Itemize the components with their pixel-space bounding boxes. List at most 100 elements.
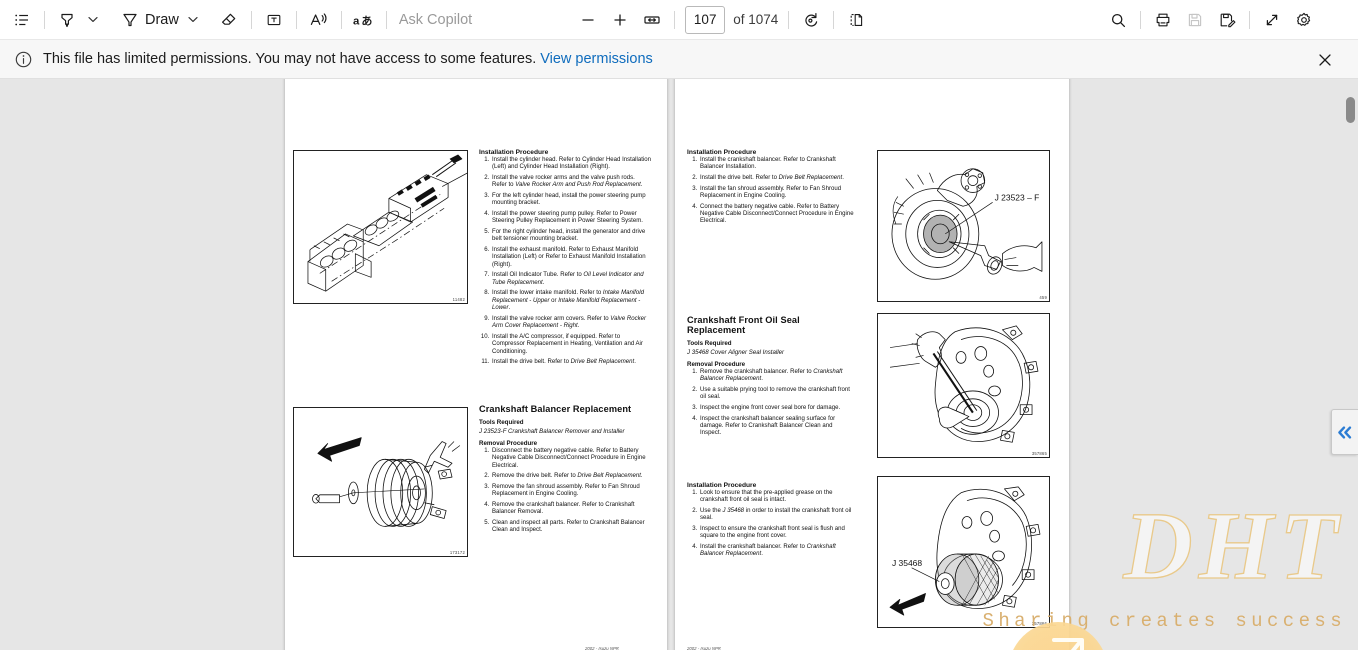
procedure-step: Connect the battery negative cable. Refe… bbox=[699, 204, 855, 226]
highlighter-icon[interactable] bbox=[51, 5, 83, 35]
procedure-step: Disconnect the battery negative cable. R… bbox=[491, 448, 651, 470]
toolbar-divider-7 bbox=[788, 10, 790, 29]
toolbar-divider bbox=[44, 10, 45, 29]
procedure-step: Install the power steering pump pulley. … bbox=[491, 211, 651, 226]
search-icon[interactable] bbox=[1102, 5, 1134, 35]
toolbar-left-group: Draw a あ Ask Copilot bbox=[0, 5, 472, 35]
figure-number: 459 bbox=[1039, 295, 1047, 300]
page-number-input[interactable]: 107 bbox=[685, 5, 726, 34]
procedure-step: Install the drive belt. Refer to Drive B… bbox=[699, 175, 855, 182]
pdf-page-right: Installation Procedure Install the crank… bbox=[675, 79, 1069, 650]
page-view-icon[interactable] bbox=[840, 5, 872, 35]
toolbar-divider-6 bbox=[674, 10, 676, 29]
procedure-step: Install the valve rocker arms and the va… bbox=[491, 175, 651, 190]
copyright-note: 2002 - Isuzu NPR bbox=[585, 646, 619, 650]
zoom-in-button[interactable] bbox=[604, 5, 636, 35]
procedure-step: Install the valve rocker arm covers. Ref… bbox=[491, 316, 651, 331]
crankshaft-balancer-section: Crankshaft Balancer Replacement Tools Re… bbox=[479, 404, 651, 538]
draw-label[interactable]: Draw bbox=[143, 12, 183, 28]
ask-copilot-button[interactable]: Ask Copilot bbox=[393, 12, 472, 28]
procedure-step: Install the drive belt. Refer to Drive B… bbox=[491, 359, 651, 366]
procedure-step: Remove the crankshaft balancer. Refer to… bbox=[699, 369, 855, 384]
tools-required-heading: Tools Required bbox=[687, 340, 732, 347]
procedure-step: Install the crankshaft balancer. Refer t… bbox=[699, 544, 855, 559]
tools-required-text: J 23523-F Crankshaft Balancer Remover an… bbox=[479, 428, 625, 435]
figure-pry-oil-seal: 357865 bbox=[877, 313, 1050, 458]
copyright-note: 2002 - Isuzu NPR bbox=[687, 646, 721, 650]
left-removal-steps: Disconnect the battery negative cable. R… bbox=[479, 448, 651, 535]
fit-page-icon[interactable] bbox=[636, 5, 668, 35]
procedure-step: Remove the crankshaft balancer. Refer to… bbox=[491, 502, 651, 517]
procedure-step: Inspect the crankshaft balancer sealing … bbox=[699, 416, 855, 438]
figure-label: J 35468 bbox=[892, 558, 922, 568]
figure-number: 357865 bbox=[1031, 451, 1047, 456]
figure-balancer-installation: J 23523 – F 459 bbox=[877, 150, 1050, 302]
right-removal-steps: Remove the crankshaft balancer. Refer to… bbox=[687, 369, 855, 438]
procedure-step: Clean and inspect all parts. Refer to Cr… bbox=[491, 520, 651, 535]
vertical-scrollbar[interactable] bbox=[1346, 81, 1355, 648]
procedure-step: Install the cylinder head. Refer to Cyli… bbox=[491, 157, 651, 172]
translate-icon[interactable]: a あ bbox=[348, 5, 380, 35]
front-oil-seal-section: Crankshaft Front Oil Seal Replacement To… bbox=[687, 315, 855, 441]
read-aloud-icon[interactable] bbox=[303, 5, 335, 35]
procedure-step: For the left cylinder head, install the … bbox=[491, 193, 651, 208]
pdf-viewer[interactable]: 11482 173172 Installation Procedure 1. I… bbox=[0, 79, 1358, 650]
procedure-step: Remove the drive belt. Refer to Drive Be… bbox=[491, 473, 651, 480]
save-as-icon[interactable] bbox=[1211, 5, 1243, 35]
right-install2-steps: Look to ensure that the pre-applied grea… bbox=[687, 490, 855, 559]
tools-required-text: J 35468 Cover Aligner Seal Installer bbox=[687, 349, 784, 356]
toolbar-divider-9 bbox=[1140, 11, 1141, 29]
gear-icon[interactable] bbox=[1288, 5, 1320, 35]
toolbar-divider-2 bbox=[250, 10, 252, 29]
pen-icon[interactable] bbox=[117, 5, 143, 35]
procedure-step: Install the A/C compressor, if equipped.… bbox=[491, 334, 651, 356]
procedure-step: Install the fan shroud assembly. Refer t… bbox=[699, 186, 855, 201]
print-icon[interactable] bbox=[1147, 5, 1179, 35]
chevron-down-icon-draw[interactable] bbox=[183, 5, 203, 35]
toc-icon[interactable] bbox=[6, 5, 38, 35]
toolbar-divider-4 bbox=[340, 10, 342, 29]
procedure-step: Look to ensure that the pre-applied grea… bbox=[699, 490, 855, 505]
figure-number: 173172 bbox=[449, 550, 465, 555]
side-panel-toggle[interactable] bbox=[1331, 409, 1358, 455]
tools-required-heading: Tools Required bbox=[479, 419, 524, 426]
figure-label: J 23523 – F bbox=[995, 192, 1040, 202]
figure-install-oil-seal: J 35468 357866 bbox=[877, 476, 1050, 628]
procedure-step: Use a suitable prying tool to remove the… bbox=[699, 387, 855, 402]
procedure-step: Install the exhaust manifold. Refer to E… bbox=[491, 247, 651, 269]
chevron-down-icon-highlight[interactable] bbox=[83, 5, 103, 35]
procedure-step: Inspect the engine front cover seal bore… bbox=[699, 405, 855, 412]
removal-heading: Removal Procedure bbox=[479, 440, 538, 447]
toolbar-page-controls: 107 of 1074 bbox=[572, 5, 872, 35]
rotate-icon[interactable] bbox=[795, 5, 827, 35]
pdf-page-left: 11482 173172 Installation Procedure 1. I… bbox=[285, 79, 667, 650]
figure-number: 357866 bbox=[1031, 621, 1047, 626]
toolbar-divider-8 bbox=[833, 10, 835, 29]
section-heading: Crankshaft Front Oil Seal Replacement bbox=[687, 315, 800, 335]
expand-icon[interactable] bbox=[1256, 5, 1288, 35]
right-install2-heading: Installation Procedure Look to ensure th… bbox=[687, 482, 855, 562]
figure-crankshaft-balancer: 173172 bbox=[293, 407, 468, 557]
figure-number: 11482 bbox=[452, 297, 465, 302]
toolbar-divider-5 bbox=[385, 10, 387, 29]
scrollbar-thumb[interactable] bbox=[1346, 97, 1355, 123]
procedure-step: Remove the fan shroud assembly. Refer to… bbox=[491, 484, 651, 499]
text-box-icon[interactable] bbox=[258, 5, 290, 35]
left-install-steps: Install the cylinder head. Refer to Cyli… bbox=[479, 157, 651, 367]
section-heading: Crankshaft Balancer Replacement bbox=[479, 404, 632, 414]
toolbar: Draw a あ Ask Copilot 107 of 1074 bbox=[0, 0, 1358, 40]
zoom-out-button[interactable] bbox=[572, 5, 604, 35]
procedure-step: Install the lower intake manifold. Refer… bbox=[491, 290, 651, 312]
right-install-heading: Installation Procedure Install the crank… bbox=[687, 149, 855, 229]
permissions-notification-bar: This file has limited permissions. You m… bbox=[0, 40, 1358, 79]
procedure-step: For the right cylinder head, install the… bbox=[491, 229, 651, 244]
procedure-step: Use the J 35468 in order to install the … bbox=[699, 508, 855, 523]
right-install-steps: Install the crankshaft balancer. Refer t… bbox=[687, 157, 855, 226]
toolbar-right-group bbox=[1102, 0, 1320, 40]
view-permissions-link[interactable]: View permissions bbox=[536, 51, 653, 67]
watermark-logo: DHT bbox=[1123, 492, 1344, 599]
eraser-icon[interactable] bbox=[213, 5, 245, 35]
save-icon bbox=[1179, 5, 1211, 35]
close-icon[interactable] bbox=[1314, 49, 1336, 71]
procedure-step: Inspect to ensure the crankshaft front s… bbox=[699, 526, 855, 541]
